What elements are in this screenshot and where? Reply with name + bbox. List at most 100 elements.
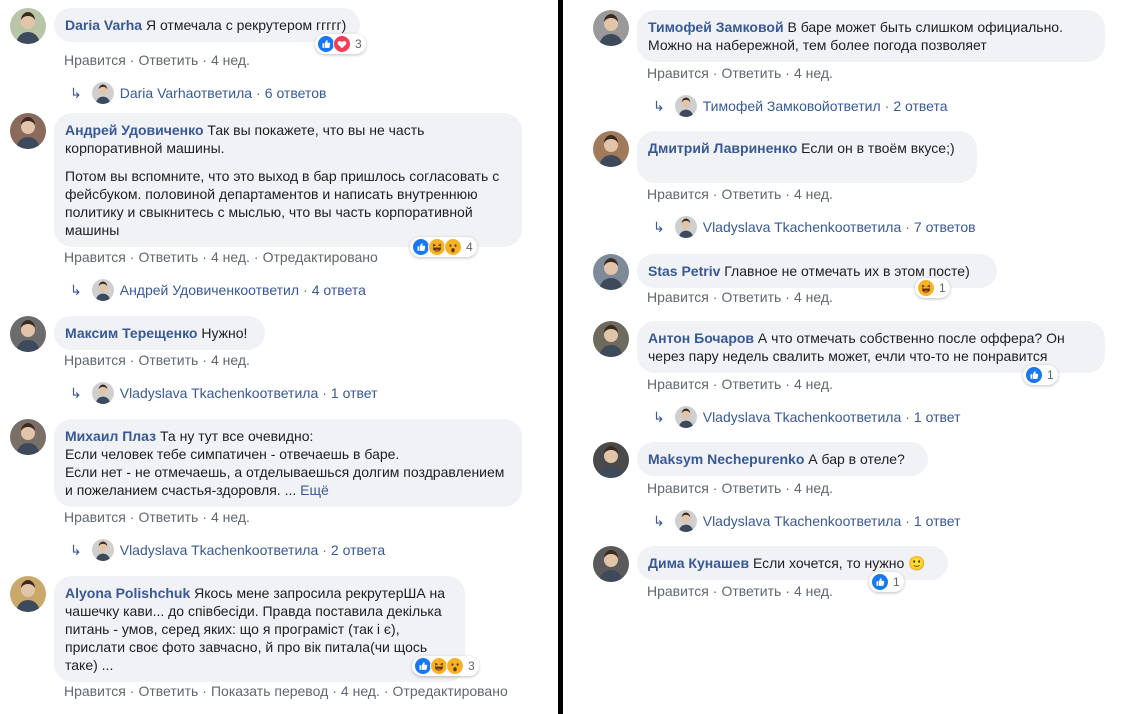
reply-button[interactable]: Ответить bbox=[721, 583, 781, 599]
like-button[interactable]: Нравится bbox=[64, 249, 126, 265]
view-replies-link[interactable]: ↳ Vladyslava Tkachenko ответила · 2 ответа bbox=[70, 539, 385, 561]
view-replies-link[interactable]: ↳ Vladyslava Tkachenko ответила · 1 ответ bbox=[70, 382, 378, 404]
comment-author-link[interactable]: Daria Varha bbox=[65, 17, 142, 33]
timestamp[interactable]: 4 нед. bbox=[211, 352, 250, 368]
comment-author-link[interactable]: Андрей Удовиченко bbox=[65, 122, 204, 138]
reply-button[interactable]: Ответить bbox=[721, 65, 781, 81]
like-button[interactable]: Нравится bbox=[647, 376, 709, 392]
comment-text: Дмитрий Лавриненко Если он в твоём вкусе… bbox=[648, 139, 965, 157]
reply-arrow-icon: ↳ bbox=[70, 541, 82, 558]
reply-button[interactable]: Ответить bbox=[138, 683, 198, 699]
edited-label[interactable]: Отредактировано bbox=[393, 683, 508, 699]
timestamp[interactable]: 4 нед. bbox=[211, 249, 250, 265]
comment-author-link[interactable]: Антон Бочаров bbox=[648, 330, 754, 346]
avatar[interactable] bbox=[593, 442, 629, 478]
avatar[interactable] bbox=[10, 8, 46, 44]
comment-author-link[interactable]: Тимофей Замковой bbox=[648, 19, 784, 35]
comment-author-link[interactable]: Stas Petriv bbox=[648, 263, 720, 279]
separator-dot: · bbox=[129, 249, 135, 265]
comment: Антон Бочаров А что отмечать собственно … bbox=[593, 321, 1123, 430]
reply-count: 1 ответ bbox=[913, 409, 961, 425]
reactions-summary[interactable]: 3 bbox=[412, 656, 479, 676]
timestamp[interactable]: 4 нед. bbox=[794, 583, 833, 599]
like-button[interactable]: Нравится bbox=[647, 583, 709, 599]
reactions-summary[interactable]: 3 bbox=[315, 34, 366, 54]
like-button[interactable]: Нравится bbox=[64, 352, 126, 368]
avatar[interactable] bbox=[10, 113, 46, 149]
reply-button[interactable]: Ответить bbox=[721, 376, 781, 392]
avatar[interactable] bbox=[593, 131, 629, 167]
comment-author-link[interactable]: Maksym Nechepurenko bbox=[648, 451, 804, 467]
comment-author-link[interactable]: Михаил Плаз bbox=[65, 428, 156, 444]
timestamp[interactable]: 4 нед. bbox=[794, 289, 833, 305]
comment-author-link[interactable]: Дмитрий Лавриненко bbox=[648, 140, 797, 156]
reactions-summary[interactable]: 1 bbox=[915, 278, 950, 298]
reply-button[interactable]: Ответить bbox=[721, 186, 781, 202]
reply-button[interactable]: Ответить bbox=[721, 289, 781, 305]
reply-button[interactable]: Ответить bbox=[138, 249, 198, 265]
view-replies-link[interactable]: ↳ Vladyslava Tkachenko ответила · 1 ответ bbox=[653, 406, 961, 428]
reply-label: ответил bbox=[829, 98, 881, 114]
view-replies-link[interactable]: ↳ Vladyslava Tkachenko ответила · 1 ответ bbox=[653, 510, 961, 532]
timestamp[interactable]: 4 нед. bbox=[794, 65, 833, 81]
separator-dot: · bbox=[712, 583, 718, 599]
reactions-summary[interactable]: 1 bbox=[1023, 365, 1058, 385]
comment-actions: Нравится · Ответить · 4 нед. bbox=[647, 186, 833, 202]
comment-actions: Нравится · Ответить · 4 нед. bbox=[64, 509, 250, 525]
timestamp[interactable]: 4 нед. bbox=[211, 52, 250, 68]
like-button[interactable]: Нравится bbox=[647, 480, 709, 496]
timestamp[interactable]: 4 нед. bbox=[794, 376, 833, 392]
like-button[interactable]: Нравится bbox=[647, 186, 709, 202]
reply-avatar bbox=[91, 279, 114, 301]
reactions-summary[interactable]: 1 bbox=[869, 572, 904, 592]
view-replies-link[interactable]: ↳ Vladyslava Tkachenko ответила · 7 ответов bbox=[653, 216, 976, 238]
reply-button[interactable]: Ответить bbox=[721, 480, 781, 496]
separator-dot: · bbox=[785, 480, 790, 496]
reply-arrow-icon: ↳ bbox=[70, 84, 82, 101]
reactions-summary[interactable]: 4 bbox=[410, 237, 477, 257]
avatar[interactable] bbox=[593, 10, 629, 46]
column-divider bbox=[558, 0, 563, 714]
reply-button[interactable]: Ответить bbox=[138, 509, 198, 525]
haha-icon bbox=[917, 279, 935, 297]
separator-dot: · bbox=[785, 65, 790, 81]
timestamp[interactable]: 4 нед. bbox=[794, 186, 833, 202]
timestamp[interactable]: 4 нед. bbox=[341, 683, 380, 699]
comment-text: Daria Varha Я отмечала с рекрутером гггг… bbox=[65, 16, 348, 34]
like-button[interactable]: Нравится bbox=[64, 52, 126, 68]
avatar[interactable] bbox=[10, 576, 46, 612]
view-replies-link[interactable]: ↳ Тимофей Замковой ответил · 2 ответа bbox=[653, 95, 948, 117]
reply-label: ответила bbox=[842, 513, 902, 529]
comment-author-link[interactable]: Максим Терещенко bbox=[65, 325, 198, 341]
reply-label: ответила bbox=[259, 385, 319, 401]
avatar[interactable] bbox=[10, 419, 46, 455]
like-button[interactable]: Нравится bbox=[647, 289, 709, 305]
avatar[interactable] bbox=[593, 321, 629, 357]
separator-dot: · bbox=[884, 98, 890, 114]
view-replies-link[interactable]: ↳ Daria Varha ответила · 6 ответов bbox=[70, 82, 326, 104]
edited-label[interactable]: Отредактировано bbox=[263, 249, 378, 265]
reply-button[interactable]: Ответить bbox=[138, 52, 198, 68]
reply-author: Андрей Удовиченко bbox=[119, 282, 249, 298]
avatar[interactable] bbox=[593, 546, 629, 582]
timestamp[interactable]: 4 нед. bbox=[794, 480, 833, 496]
separator-dot: · bbox=[202, 509, 207, 525]
comment-text: Михаил Плаз Та ну тут все очевидно: Если… bbox=[65, 427, 510, 499]
reply-avatar bbox=[674, 95, 697, 117]
reply-arrow-icon: ↳ bbox=[653, 218, 665, 235]
comment-author-link[interactable]: Дима Кунашев bbox=[648, 555, 749, 571]
show-translation-button[interactable]: Показать перевод bbox=[211, 683, 328, 699]
like-button[interactable]: Нравится bbox=[647, 65, 709, 81]
avatar[interactable] bbox=[10, 316, 46, 352]
reply-button[interactable]: Ответить bbox=[138, 352, 198, 368]
comment-author-link[interactable]: Alyona Polishchuk bbox=[65, 585, 190, 601]
like-button[interactable]: Нравится bbox=[64, 509, 126, 525]
avatar[interactable] bbox=[593, 254, 629, 290]
separator-dot: · bbox=[712, 186, 718, 202]
view-replies-link[interactable]: ↳ Андрей Удовиченко ответил · 4 ответа bbox=[70, 279, 366, 301]
timestamp[interactable]: 4 нед. bbox=[211, 509, 250, 525]
separator-dot: · bbox=[785, 583, 790, 599]
see-more-link[interactable]: Ещё bbox=[300, 482, 329, 498]
reply-avatar bbox=[674, 510, 697, 532]
like-button[interactable]: Нравится bbox=[64, 683, 126, 699]
